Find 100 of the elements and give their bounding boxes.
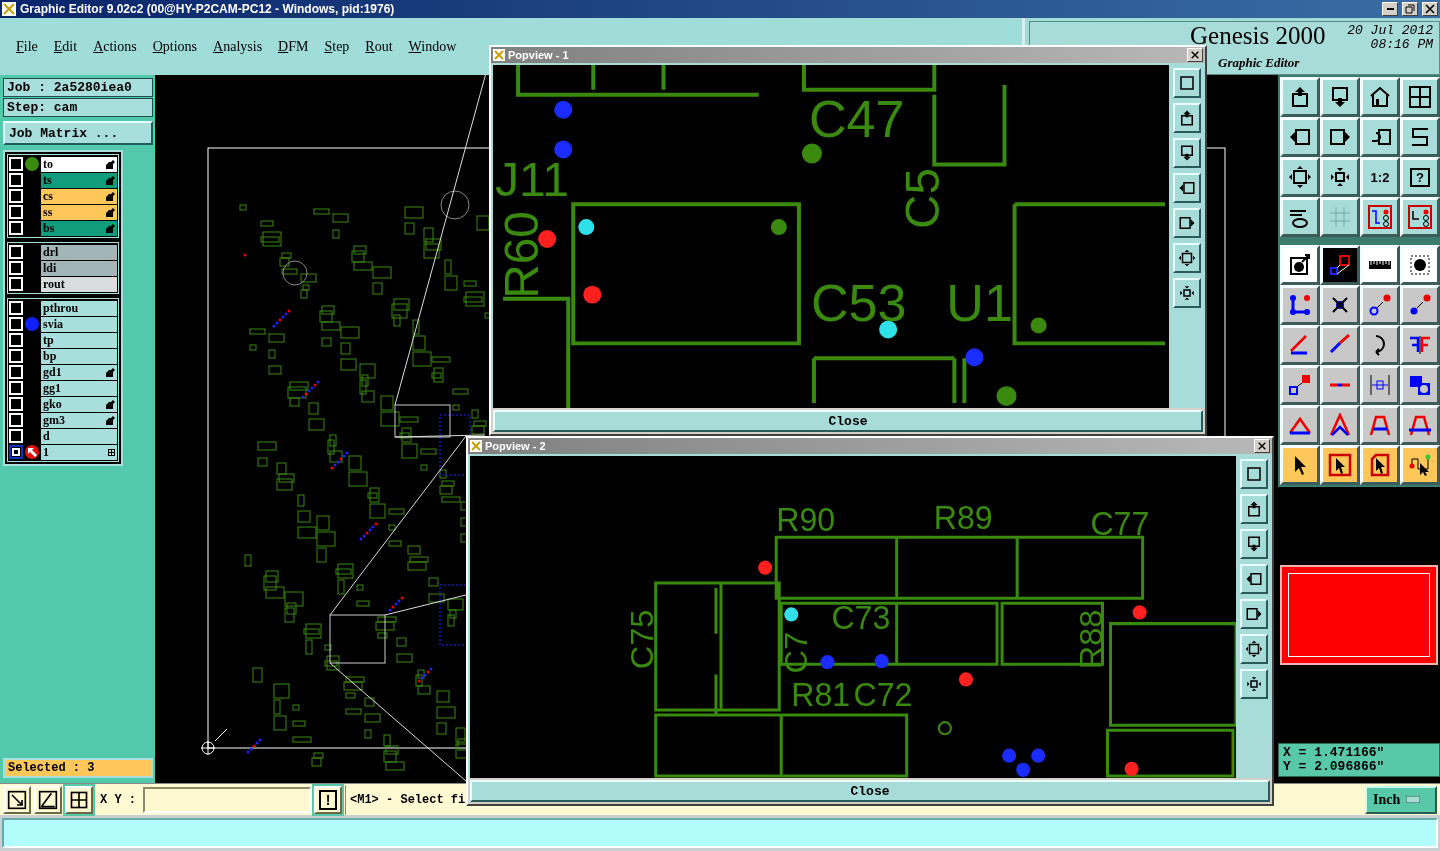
tool-button[interactable] xyxy=(1280,325,1320,365)
tool-button[interactable] xyxy=(1400,77,1440,117)
tool-button[interactable] xyxy=(65,785,93,814)
layer-name[interactable]: gko xyxy=(41,396,117,412)
tool-button[interactable] xyxy=(1280,77,1320,117)
layer-name[interactable]: svia xyxy=(41,316,117,332)
tool-button[interactable] xyxy=(1320,157,1360,197)
tool-button[interactable] xyxy=(1400,197,1440,237)
view-tool-button[interactable] xyxy=(1240,634,1268,664)
tool-button[interactable] xyxy=(1360,245,1400,285)
coordinate-input[interactable] xyxy=(143,786,311,813)
view-tool-button[interactable] xyxy=(1173,68,1201,98)
tool-button[interactable] xyxy=(34,785,62,814)
layer-name[interactable]: gm3 xyxy=(41,412,117,428)
import-down-icon xyxy=(1245,535,1263,553)
tool-button[interactable] xyxy=(1320,405,1360,445)
layer-name[interactable]: 1 xyxy=(41,444,117,460)
tool-button[interactable] xyxy=(1320,285,1360,325)
menu-item[interactable]: File xyxy=(8,38,46,55)
tool-button[interactable] xyxy=(1280,365,1320,405)
view-tool-button[interactable] xyxy=(1173,243,1201,273)
tool-button[interactable] xyxy=(3,785,31,814)
layer-name[interactable]: ss xyxy=(41,204,117,220)
menu-item[interactable]: Analysis xyxy=(205,38,271,55)
menu-item[interactable]: Edit xyxy=(45,38,86,55)
layer-checkbox[interactable] xyxy=(9,445,23,459)
tool-button[interactable] xyxy=(1320,117,1360,157)
expand-box-icon xyxy=(1178,249,1196,267)
tool-button[interactable] xyxy=(1320,445,1360,485)
circuit-signal-icon xyxy=(1408,205,1432,229)
view-tool-button[interactable] xyxy=(1240,599,1268,629)
tool-button[interactable] xyxy=(1400,245,1440,285)
tool-button[interactable] xyxy=(1280,117,1320,157)
silkscreen-label: R89 xyxy=(933,499,993,537)
layer-name[interactable]: to xyxy=(41,156,117,172)
tool-button[interactable] xyxy=(1280,197,1320,237)
tool-button[interactable] xyxy=(1280,445,1320,485)
menu-item[interactable]: Window xyxy=(400,38,465,55)
layer-name[interactable]: bs xyxy=(41,220,117,236)
view-tool-button[interactable] xyxy=(1173,138,1201,168)
tool-button[interactable] xyxy=(1320,325,1360,365)
restore-button[interactable] xyxy=(1402,2,1418,16)
view-tool-button[interactable] xyxy=(1173,173,1201,203)
tool-button[interactable] xyxy=(1280,285,1320,325)
layer-name[interactable]: bp xyxy=(41,348,117,364)
scale-button[interactable]: 1:2 xyxy=(1360,157,1400,197)
view-tool-button[interactable] xyxy=(1240,564,1268,594)
tool-button[interactable] xyxy=(1360,325,1400,365)
tool-button[interactable] xyxy=(1400,285,1440,325)
minimize-button[interactable] xyxy=(1382,2,1398,16)
alert-button[interactable]: ! xyxy=(314,785,342,814)
tool-button[interactable] xyxy=(1360,197,1400,237)
tool-button[interactable] xyxy=(1360,117,1400,157)
close-button[interactable]: Close xyxy=(493,410,1203,432)
tool-button[interactable] xyxy=(1320,365,1360,405)
tool-button[interactable] xyxy=(1360,285,1400,325)
tool-button[interactable] xyxy=(1400,325,1440,365)
tool-button[interactable] xyxy=(1360,77,1400,117)
tool-button[interactable] xyxy=(1280,245,1320,285)
view-tool-button[interactable] xyxy=(1173,103,1201,133)
view-tool-button[interactable] xyxy=(1240,459,1268,489)
tool-button[interactable] xyxy=(1400,117,1440,157)
menu-item[interactable]: Actions xyxy=(85,38,145,55)
units-dropdown[interactable]: Inch xyxy=(1365,785,1437,814)
tool-button[interactable] xyxy=(1400,405,1440,445)
tool-button[interactable] xyxy=(1280,405,1320,445)
layer-name[interactable]: ts xyxy=(41,172,117,188)
layer-name[interactable]: gd1 xyxy=(41,364,117,380)
layer-name[interactable]: tp xyxy=(41,332,117,348)
tool-button[interactable] xyxy=(1360,445,1400,485)
view-tool-button[interactable] xyxy=(1173,278,1201,308)
menu-item[interactable]: Options xyxy=(144,38,206,55)
tool-button[interactable] xyxy=(1400,445,1440,485)
tool-button[interactable] xyxy=(1280,157,1320,197)
close-button[interactable] xyxy=(1254,439,1270,453)
tool-button[interactable] xyxy=(1320,77,1360,117)
layer-name[interactable]: pthrou xyxy=(41,300,117,316)
tool-button[interactable] xyxy=(1360,365,1400,405)
close-button[interactable]: Close xyxy=(470,780,1270,802)
layer-name[interactable]: cs xyxy=(41,188,117,204)
tool-button[interactable] xyxy=(1400,365,1440,405)
layer-name[interactable]: rout xyxy=(41,276,117,292)
layer-name[interactable]: d xyxy=(41,428,117,444)
help-button[interactable]: ? xyxy=(1400,157,1440,197)
tool-button[interactable] xyxy=(1320,197,1360,237)
view-tool-button[interactable] xyxy=(1240,529,1268,559)
tool-button[interactable] xyxy=(1320,245,1360,285)
menu-item[interactable]: Rout xyxy=(357,38,401,55)
view-tool-button[interactable] xyxy=(1173,208,1201,238)
close-button[interactable] xyxy=(1422,2,1438,16)
view-tool-button[interactable] xyxy=(1240,669,1268,699)
view-tool-button[interactable] xyxy=(1240,494,1268,524)
layer-name[interactable]: gg1 xyxy=(41,380,117,396)
layer-name[interactable]: drl xyxy=(41,244,117,260)
menu-item[interactable]: DFM xyxy=(270,38,317,55)
job-matrix-button[interactable]: Job Matrix ... xyxy=(3,121,153,145)
tool-button[interactable] xyxy=(1360,405,1400,445)
layer-name[interactable]: ldi xyxy=(41,260,117,276)
menu-item[interactable]: Step xyxy=(316,38,358,55)
close-button[interactable] xyxy=(1187,48,1203,62)
